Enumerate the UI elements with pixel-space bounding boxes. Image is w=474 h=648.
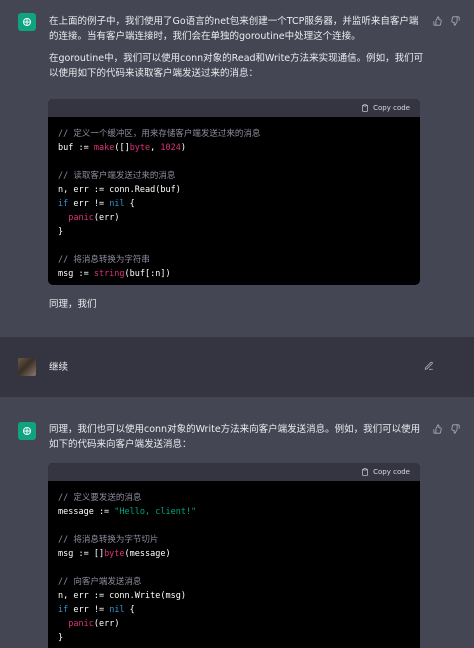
assistant-message-text: 同理，我们也可以使用conn对象的Write方法来向客户端发送消息。例如，我们可… (49, 422, 424, 459)
copy-code-button[interactable]: Copy code (373, 104, 410, 112)
code-comment: // 定义一个缓冲区，用来存储客户端发送过来的消息 (58, 129, 261, 139)
thumbs-down-icon[interactable] (450, 424, 460, 434)
code-block: Copy code // 定义一个缓冲区，用来存储客户端发送过来的消息 buf :… (48, 99, 420, 285)
code-line: } (58, 227, 64, 237)
assistant-message-text: 在上面的例子中，我们使用了Go语言的net包来创建一个TCP服务器，并监听来自客… (49, 14, 424, 88)
code-line: panic(err) (68, 619, 120, 629)
code-block-header: Copy code (48, 99, 420, 117)
thumbs-down-icon[interactable] (450, 16, 460, 26)
paragraph: 同理，我们也可以使用conn对象的Write方法来向客户端发送消息。例如，我们可… (49, 424, 421, 450)
chatgpt-logo-icon (23, 427, 31, 435)
code-block: Copy code // 定义要发送的消息 message := "Hello, … (48, 463, 420, 648)
clipboard-icon (362, 468, 369, 476)
thumbs-up-icon[interactable] (433, 16, 443, 26)
chatgpt-avatar (18, 13, 36, 31)
code-comment: // 向客户端发送消息 (58, 577, 142, 587)
code-line: panic(err) (68, 213, 120, 223)
feedback-actions (433, 16, 460, 26)
code-comment: // 定义要发送的消息 (58, 493, 142, 503)
code-line: if err != nil { (58, 199, 135, 209)
paragraph: 在上面的例子中，我们使用了Go语言的net包来创建一个TCP服务器，并监听来自客… (49, 16, 419, 42)
code-line: n, err := conn.Read(buf) (58, 185, 181, 195)
code-line: msg := string(buf[:n]) (58, 269, 171, 279)
user-message: 继续 (0, 337, 474, 397)
code-content: // 定义一个缓冲区，用来存储客户端发送过来的消息 buf := make([]b… (48, 117, 420, 285)
chatgpt-avatar (18, 422, 36, 440)
code-line: buf := make([]byte, 1024) (58, 143, 187, 153)
user-message-text: 继续 (49, 362, 69, 373)
code-line: message := "Hello, client!" (58, 507, 197, 517)
code-line: msg := []byte(message) (58, 549, 171, 559)
code-comment: // 将消息转换为字节切片 (58, 535, 159, 545)
feedback-actions (433, 424, 460, 434)
code-comment: // 将消息转换为字符串 (58, 255, 150, 265)
code-line: } (58, 633, 64, 643)
copy-code-button[interactable]: Copy code (373, 468, 410, 476)
assistant-trailing-text: 同理，我们 (49, 299, 97, 310)
code-block-header: Copy code (48, 463, 420, 481)
edit-icon (424, 361, 433, 370)
code-content: // 定义要发送的消息 message := "Hello, client!" //… (48, 481, 420, 648)
code-comment: // 读取客户端发送过来的消息 (58, 171, 176, 181)
clipboard-icon (362, 104, 369, 112)
assistant-message-1: 在上面的例子中，我们使用了Go语言的net包来创建一个TCP服务器，并监听来自客… (0, 0, 474, 337)
chatgpt-logo-icon (23, 18, 31, 26)
thumbs-up-icon[interactable] (433, 424, 443, 434)
code-line: n, err := conn.Write(msg) (58, 591, 186, 601)
edit-button[interactable] (424, 361, 434, 374)
code-line: if err != nil { (58, 605, 135, 615)
paragraph: 在goroutine中，我们可以使用conn对象的Read和Write方法来实现… (49, 53, 424, 79)
user-avatar (18, 358, 36, 376)
assistant-message-2: 同理，我们也可以使用conn对象的Write方法来向客户端发送消息。例如，我们可… (0, 397, 474, 648)
